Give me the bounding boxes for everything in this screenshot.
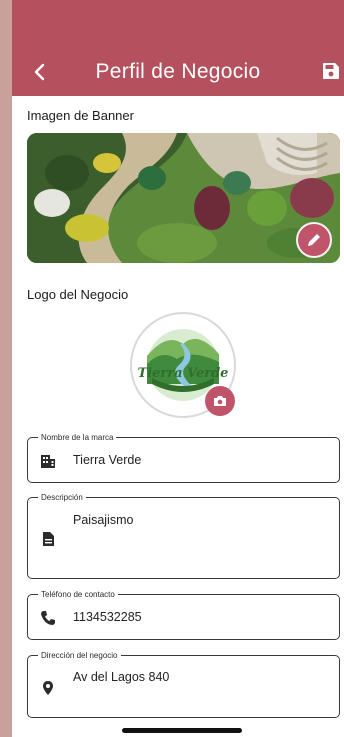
phone-icon [41, 611, 55, 625]
chevron-left-icon [34, 63, 45, 81]
address-field[interactable]: Dirección del negocio Av del Lagos 840 [27, 650, 340, 718]
banner-section-label: Imagen de Banner [27, 108, 134, 123]
description-label: Descripción [38, 492, 86, 503]
brand-name-value: Tierra Verde [73, 453, 142, 467]
camera-icon [214, 396, 226, 406]
edit-banner-button[interactable] [296, 222, 332, 258]
document-icon [43, 532, 54, 546]
home-indicator [122, 728, 242, 733]
banner-image[interactable] [27, 133, 340, 263]
change-logo-button[interactable] [205, 386, 235, 416]
description-value: Paisajismo [73, 513, 134, 527]
floppy-disk-icon [323, 63, 339, 79]
phone-label: Teléfono de contacto [38, 589, 118, 600]
app-screen: Perfil de Negocio Imagen de Banner Logo … [12, 0, 344, 737]
description-field[interactable]: Descripción Paisajismo [27, 492, 340, 579]
logo-brand-text: Tierra Verde [137, 366, 229, 381]
brand-name-label: Nombre de la marca [38, 432, 117, 443]
back-button[interactable] [30, 58, 50, 86]
building-icon [41, 455, 55, 468]
address-label: Dirección del negocio [38, 650, 121, 661]
pencil-icon [308, 234, 320, 246]
phone-value: 1134532285 [73, 610, 142, 624]
address-value: Av del Lagos 840 [73, 670, 170, 684]
brand-name-field[interactable]: Nombre de la marca Tierra Verde [27, 432, 340, 483]
page-title: Perfil de Negocio [95, 60, 261, 83]
app-bar: Perfil de Negocio [12, 0, 344, 96]
phone-field[interactable]: Teléfono de contacto 1134532285 [27, 589, 340, 640]
save-button[interactable] [322, 62, 340, 80]
logo-section-label: Logo del Negocio [27, 287, 129, 302]
location-pin-icon [43, 681, 53, 695]
